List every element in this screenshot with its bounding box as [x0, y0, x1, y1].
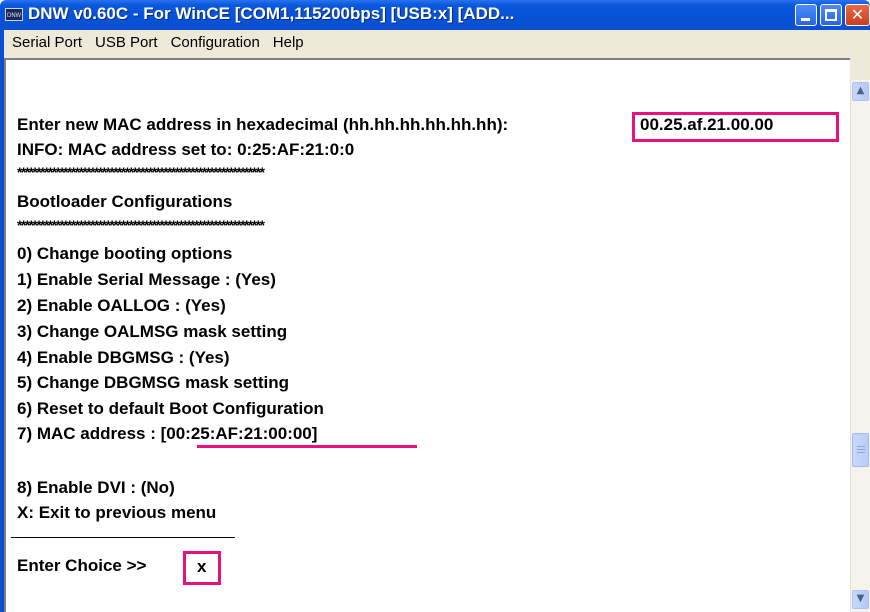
choice-input-highlight	[183, 551, 221, 585]
terminal-output[interactable]: Enter new MAC address in hexadecimal (hh…	[4, 58, 850, 612]
option-line: 8) Enable DVI : (No)	[17, 478, 175, 497]
stars-separator-top: ****************************************…	[17, 164, 265, 180]
maximize-button[interactable]	[820, 4, 842, 26]
option-line: 1) Enable Serial Message : (Yes)	[17, 270, 276, 289]
scroll-down-button[interactable]: ▼	[852, 590, 869, 609]
option-line-mac: 7) MAC address : [00:25:AF:21:00:00]	[17, 424, 318, 443]
divider-line	[11, 537, 235, 538]
menu-usb-port[interactable]: USB Port	[90, 34, 163, 51]
app-icon[interactable]: DNW	[5, 8, 23, 21]
info-line: INFO: MAC address set to: 0:25:AF:21:0:0	[17, 140, 355, 159]
option-line: 3) Change OALMSG mask setting	[17, 322, 288, 341]
section-title: Bootloader Configurations	[17, 192, 233, 211]
menu-serial-port[interactable]: Serial Port	[7, 34, 87, 51]
menu-help[interactable]: Help	[268, 34, 309, 51]
mac-prompt-line: Enter new MAC address in hexadecimal (hh…	[17, 115, 509, 134]
mac-input-highlight	[632, 112, 839, 142]
window-title: DNW v0.60C - For WinCE [COM1,115200bps] …	[28, 4, 515, 23]
menu-configuration[interactable]: Configuration	[166, 34, 265, 51]
choice-prompt: Enter Choice >>	[17, 556, 147, 575]
dnw-window: DNW DNW v0.60C - For WinCE [COM1,115200b…	[0, 0, 870, 612]
mac-address-underline	[197, 445, 417, 448]
menu-bar: Serial Port USB Port Configuration Help	[0, 30, 870, 54]
option-line: 0) Change booting options	[17, 244, 233, 263]
title-bar[interactable]: DNW DNW v0.60C - For WinCE [COM1,115200b…	[0, 0, 870, 30]
option-line: 2) Enable OALLOG : (Yes)	[17, 296, 226, 315]
option-line: 4) Enable DBGMSG : (Yes)	[17, 348, 230, 367]
stars-separator-bottom: ****************************************…	[17, 217, 265, 233]
close-icon: ✕	[850, 5, 865, 24]
option-line: 5) Change DBGMSG mask setting	[17, 373, 290, 392]
maximize-icon	[825, 9, 837, 21]
option-line: X: Exit to previous menu	[17, 503, 217, 522]
minimize-button[interactable]	[795, 4, 817, 26]
thumb-grip-line	[857, 449, 865, 450]
scroll-up-button[interactable]: ▲	[852, 82, 869, 101]
close-button[interactable]: ✕	[845, 4, 870, 26]
thumb-grip-line	[857, 452, 865, 453]
option-line: 6) Reset to default Boot Configuration	[17, 399, 324, 418]
scroll-thumb[interactable]	[852, 433, 869, 467]
thumb-grip-line	[857, 446, 865, 447]
vertical-scrollbar[interactable]: ▲ ▼	[850, 80, 870, 612]
minimize-icon	[801, 18, 810, 21]
